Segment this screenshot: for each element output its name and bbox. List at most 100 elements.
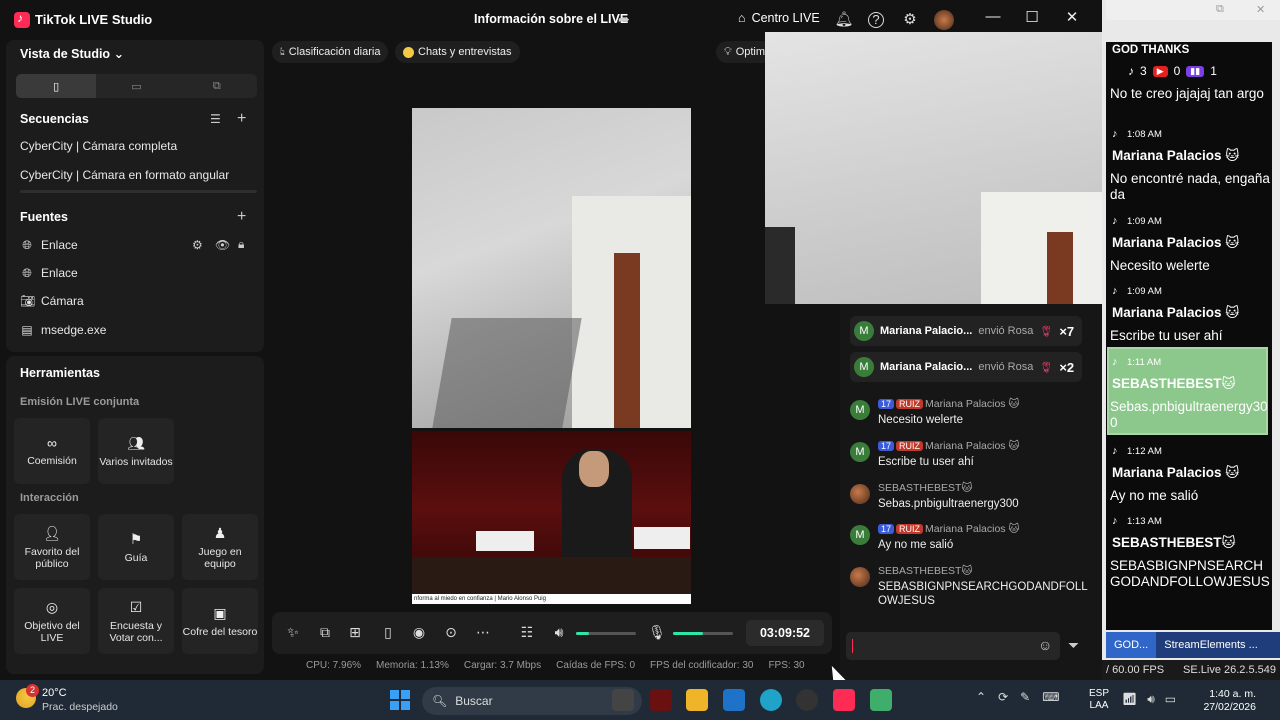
minimize-icon[interactable]: — [981, 8, 1005, 25]
battery-icon[interactable]: ▭ [1165, 692, 1176, 707]
gear-icon[interactable]: ⚙ [900, 10, 920, 28]
tiktok-icon: ♪ [1112, 445, 1118, 457]
chat-meta: 17 RUIZ Mariana Palacios 🐱 [878, 523, 1019, 535]
add-source-icon[interactable]: + [237, 208, 246, 226]
add-sequence-icon[interactable]: + [237, 110, 246, 128]
emoji-icon[interactable]: ☺ [1038, 637, 1052, 653]
settings-icon[interactable]: ⚙ [192, 238, 203, 252]
share-icon[interactable]: ➦ [618, 11, 630, 28]
tiktok-live-studio-icon[interactable] [833, 689, 855, 711]
chats-interviews-chip[interactable]: Chats y entrevistas [395, 41, 520, 63]
obs-icon[interactable] [796, 689, 818, 711]
centro-live-button[interactable]: ⌂ Centro LIVE [738, 11, 820, 25]
volume-slider[interactable] [576, 632, 636, 635]
pen-icon[interactable]: ✎ [1020, 690, 1030, 704]
podium-table [412, 557, 691, 597]
cpu-stat: CPU: 7.96% [306, 660, 362, 671]
chat-input[interactable]: ☺ [846, 632, 1060, 660]
overlay-version: SE.Live 26.2.5.549 [1183, 664, 1276, 676]
sequence-item[interactable]: CyberCity | Cámara en formato angular [20, 168, 229, 182]
daily-ranking-label: Clasificación diaria [288, 46, 381, 58]
treasure-chest-button[interactable]: ▣ Cofre del tesoro [182, 588, 258, 654]
overlay-timestamp: ♪ 1:13 AM [1112, 515, 1162, 527]
source-item[interactable]: Enlace [41, 266, 78, 280]
sequence-item[interactable]: CyberCity | Cámara completa [20, 139, 177, 153]
fps-stat: FPS: 30 [768, 660, 805, 671]
audience-favorite-button[interactable]: 👤︎ Favorito del público [14, 514, 90, 580]
chevron-up-icon[interactable]: ⌃ [976, 690, 986, 704]
orientation-switcher: ▯ ▭ ⧉ [16, 74, 257, 98]
live-goal-button[interactable]: ◎ Objetivo del LIVE [14, 588, 90, 654]
screen-add-icon[interactable]: ⊞ [346, 624, 364, 641]
streamelements-icon[interactable] [870, 689, 892, 711]
maximize-icon[interactable]: ☐ [1020, 8, 1044, 26]
volume-icon[interactable]: 🔊︎ [1147, 692, 1155, 707]
team-game-button[interactable]: ♟ Juego en equipo [182, 514, 258, 580]
overlay-message: Necesito welerte [1110, 258, 1210, 273]
globe-icon: 🌐︎ [22, 266, 32, 280]
bell-icon[interactable]: 🔔︎ [834, 10, 854, 28]
more-icon[interactable]: ⋯ [474, 624, 492, 641]
weather-temperature[interactable]: 20°C [42, 687, 67, 699]
avatar: M [854, 321, 874, 341]
taskbar-search[interactable]: 🔍︎ Buscar [422, 687, 642, 715]
mic-slider[interactable] [673, 632, 733, 635]
wifi-icon[interactable]: 📶︎ [1122, 692, 1137, 707]
live-info-title[interactable]: Información sobre el LIVE [474, 12, 628, 26]
task-view-icon[interactable] [612, 689, 634, 711]
scrollbar[interactable] [20, 190, 257, 193]
speaker-icon[interactable]: 🔊︎ [550, 624, 568, 641]
weather-description[interactable]: Prac. despejado [42, 701, 118, 713]
close-icon[interactable]: ✕ [1060, 8, 1084, 26]
popup-video-window[interactable] [765, 32, 1113, 304]
tab-streamelements[interactable]: StreamElements ... [1156, 632, 1266, 658]
list-icon[interactable]: ☰ [210, 112, 221, 126]
poll-button[interactable]: ☑ Encuesta y Votar con... [98, 588, 174, 654]
source-item[interactable]: msedge.exe [41, 323, 106, 337]
eye-icon[interactable]: 👁︎ [215, 238, 230, 252]
daily-ranking-chip[interactable]: 👆︎ Clasificación diaria [272, 41, 389, 63]
lock-icon[interactable]: 🔒︎ [238, 237, 244, 252]
landscape-icon[interactable]: ▭ [96, 74, 177, 98]
store-icon[interactable] [723, 689, 745, 711]
language-indicator[interactable]: ESP LAA [1089, 688, 1109, 712]
help-icon[interactable]: ? [868, 12, 884, 28]
language-code: ESP [1089, 688, 1110, 699]
restore-icon[interactable]: ⧉ [1216, 3, 1224, 16]
keyboard-icon[interactable]: ⌨ [1042, 690, 1059, 704]
start-menu-icon[interactable] [390, 690, 410, 710]
overlay-tabs: GOD... StreamElements ... [1106, 632, 1280, 658]
mixer-icon[interactable]: ☷ [518, 624, 536, 641]
phone-icon[interactable]: ▯ [379, 624, 397, 641]
multi-guest-button[interactable]: 👥︎ Varios invitados [98, 418, 174, 484]
magic-wand-icon[interactable]: ✨︎ [284, 624, 302, 641]
record-icon[interactable]: ◉ [410, 624, 428, 641]
microphone-icon[interactable]: 🎙︎ [648, 624, 666, 641]
avatar[interactable] [934, 10, 954, 30]
sync-icon[interactable]: ⟳ [998, 690, 1008, 704]
brave-icon[interactable] [650, 689, 672, 711]
coemision-button[interactable]: ∞ Coemisión [14, 418, 90, 484]
close-icon[interactable]: ✕ [1256, 3, 1265, 16]
replay-icon[interactable]: ⊙ [442, 624, 460, 641]
source-item[interactable]: Enlace [41, 238, 78, 252]
video-caption: nforma al miedo en confianza | Mario Alo… [412, 594, 691, 604]
tab-god[interactable]: GOD... [1106, 632, 1157, 658]
portrait-icon[interactable]: ▯ [16, 74, 97, 98]
capture-icon[interactable]: ⧉ [316, 624, 334, 641]
clock[interactable]: 1:40 a. m. 27/02/2026 [1196, 688, 1256, 714]
overlay-fps: / 60.00 FPS [1106, 664, 1165, 676]
search-placeholder: Buscar [455, 694, 493, 708]
studio-view-dropdown[interactable]: Vista de Studio ⌄ [20, 46, 124, 61]
dark-object [765, 227, 795, 304]
file-explorer-icon[interactable] [686, 689, 708, 711]
split-layout-icon[interactable]: ⧉ [176, 74, 257, 98]
tiktok-icon: ♪ [1112, 515, 1118, 527]
filter-icon[interactable]: ⏷ [1068, 637, 1079, 654]
volume-fill [576, 632, 590, 635]
edge-icon[interactable] [760, 689, 782, 711]
source-item[interactable]: Cámara [41, 294, 84, 308]
overlay-message: Ay no me salió [1110, 488, 1199, 503]
guide-button[interactable]: ⚑ Guía [98, 514, 174, 580]
overlay-name: SEBASTHEBEST🐱 [1112, 376, 1236, 391]
